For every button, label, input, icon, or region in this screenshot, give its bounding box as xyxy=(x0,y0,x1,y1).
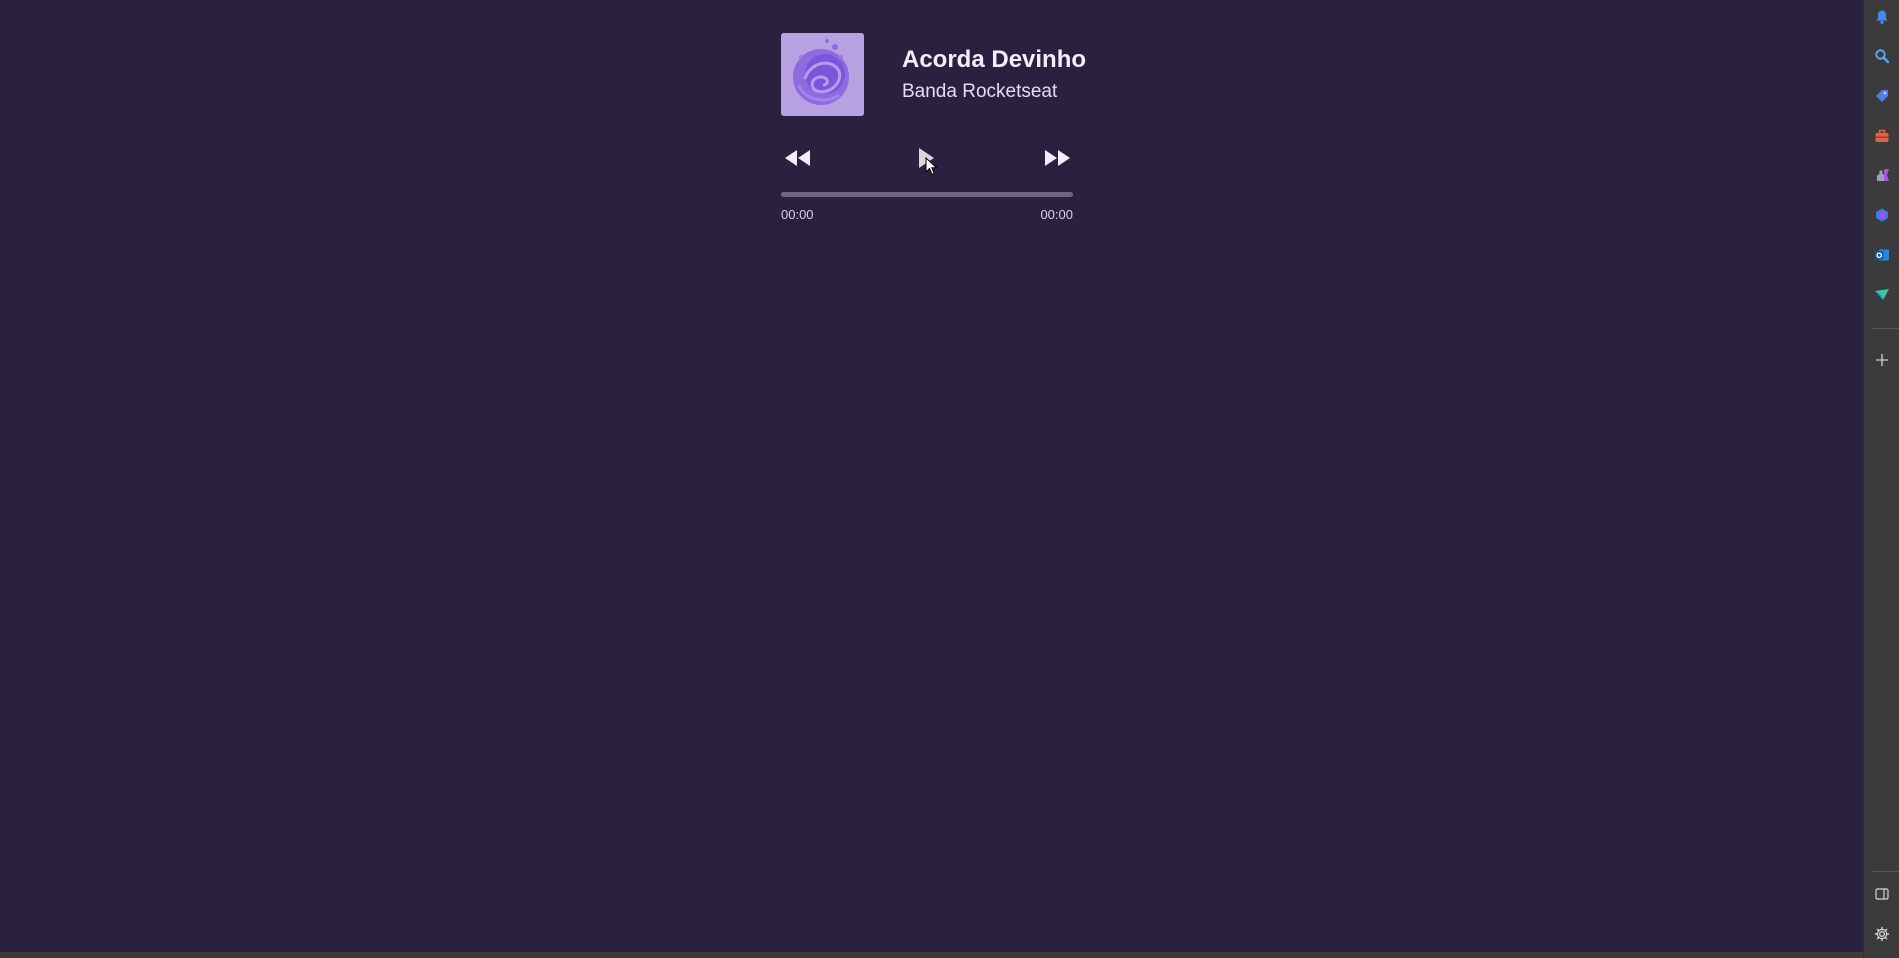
track-title: Acorda Devinho xyxy=(902,45,1087,73)
previous-button[interactable] xyxy=(781,145,813,171)
sidebar-item-outlook[interactable] xyxy=(1864,240,1899,270)
sidebar-divider-bottom xyxy=(1872,871,1899,872)
sidebar-item-copilot[interactable] xyxy=(1864,200,1899,230)
hide-sidebar-button[interactable] xyxy=(1864,879,1899,909)
copilot-icon xyxy=(1876,208,1888,222)
add-sidebar-item-button[interactable] xyxy=(1864,345,1899,375)
sidebar-settings-button[interactable] xyxy=(1864,919,1899,949)
plus-icon xyxy=(1876,354,1888,366)
bell-icon xyxy=(1876,10,1888,24)
album-cover xyxy=(781,33,864,116)
games-icon xyxy=(1877,169,1889,181)
sidebar-item-tools[interactable] xyxy=(1864,121,1899,151)
sidebar-divider xyxy=(1872,328,1899,329)
search-icon xyxy=(1875,49,1890,64)
duration: 00:00 xyxy=(1040,207,1073,222)
app-window: Acorda Devinho Banda Rocketseat 00:00 00… xyxy=(0,0,1863,952)
sidebar-toggle-icon xyxy=(1875,888,1889,900)
sidebar-item-shopping[interactable] xyxy=(1864,81,1899,111)
taskbar-edge xyxy=(0,952,1863,958)
shopping-tag-icon xyxy=(1876,90,1888,102)
toolbox-icon xyxy=(1875,129,1889,142)
sidebar-item-notifications[interactable] xyxy=(1864,2,1899,32)
track-artist: Banda Rocketseat xyxy=(902,80,1058,102)
track-text: Acorda Devinho Banda Rocketseat xyxy=(902,46,1086,104)
outlook-icon xyxy=(1875,249,1889,261)
sidebar-item-search[interactable] xyxy=(1864,41,1899,71)
next-button[interactable] xyxy=(1043,145,1073,171)
sidebar-item-send[interactable] xyxy=(1864,280,1899,310)
play-button[interactable] xyxy=(915,145,937,171)
track-info: Acorda Devinho Banda Rocketseat xyxy=(781,33,1086,116)
current-time: 00:00 xyxy=(781,207,814,222)
browser-sidebar xyxy=(1863,0,1899,958)
music-player: Acorda Devinho Banda Rocketseat 00:00 00… xyxy=(781,33,1086,222)
fast-forward-icon xyxy=(1045,150,1070,166)
play-icon xyxy=(919,148,934,168)
sidebar-item-games[interactable] xyxy=(1864,160,1899,190)
gear-icon xyxy=(1874,926,1890,942)
rewind-icon xyxy=(785,150,810,166)
album-cover-image xyxy=(781,33,864,116)
progress-bar[interactable] xyxy=(781,192,1073,197)
send-icon xyxy=(1875,289,1889,300)
time-labels: 00:00 00:00 xyxy=(781,207,1073,222)
playback-controls xyxy=(781,145,1073,171)
